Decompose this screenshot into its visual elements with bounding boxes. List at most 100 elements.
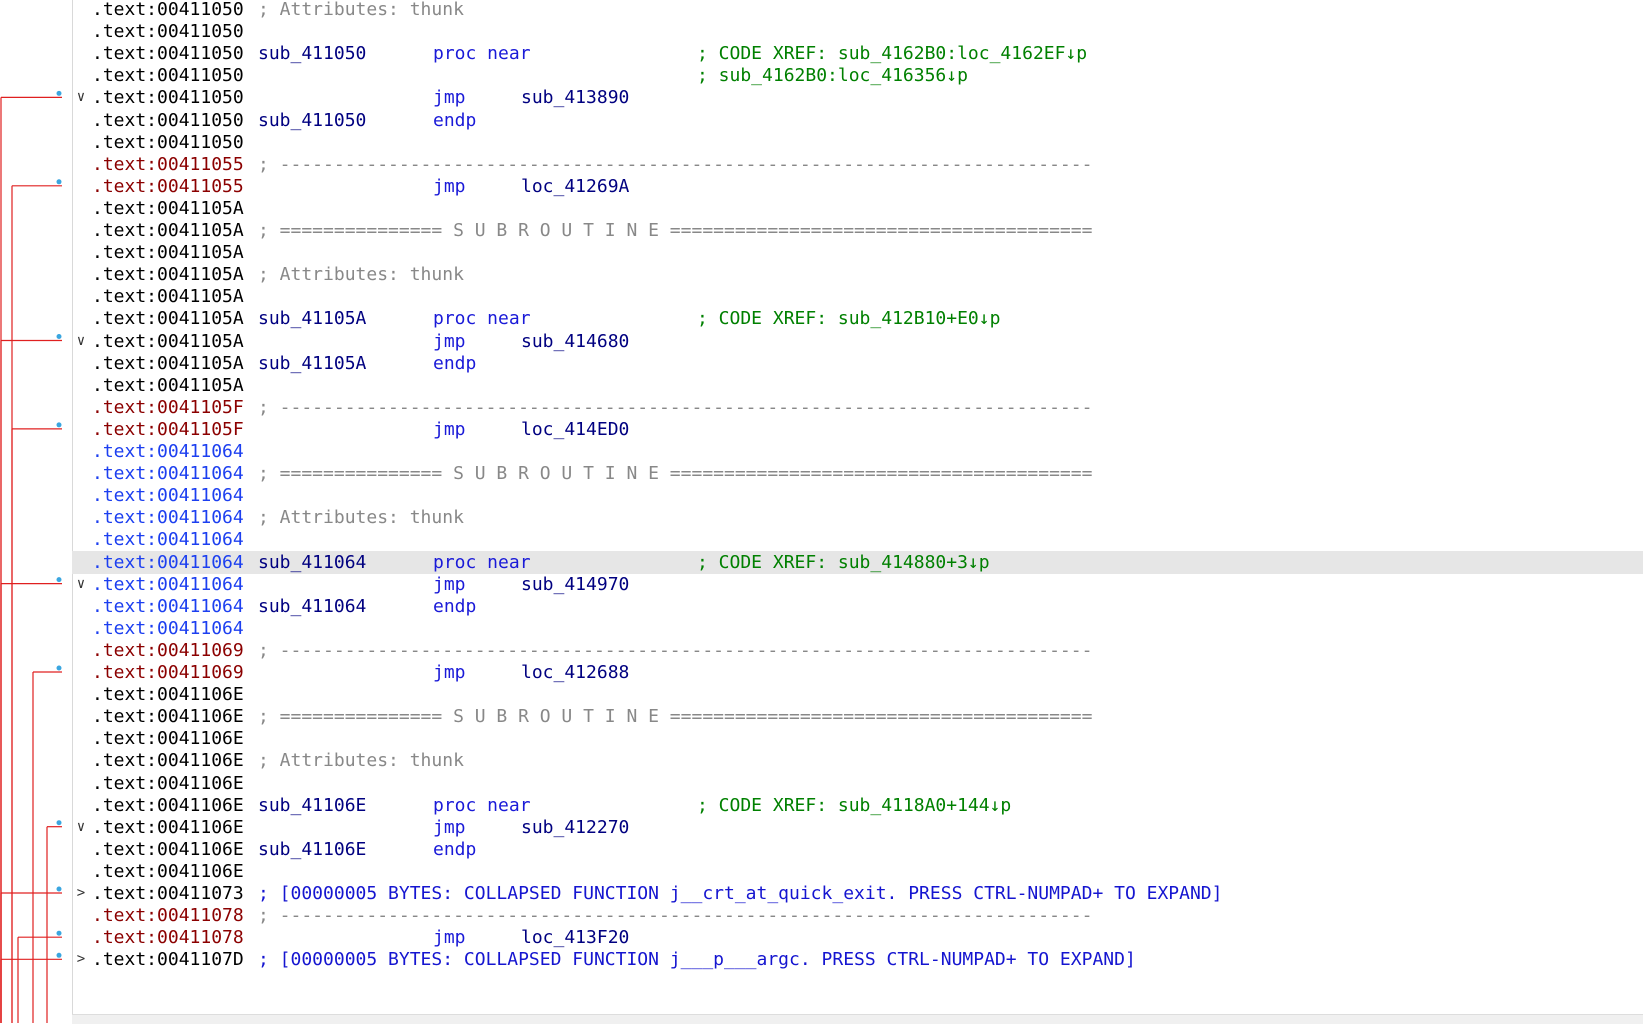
operand[interactable]: loc_41269A bbox=[521, 175, 629, 198]
address[interactable]: .text:00411064 bbox=[92, 506, 244, 529]
address[interactable]: .text:00411073 bbox=[92, 882, 244, 905]
address[interactable]: .text:0041105A bbox=[92, 197, 244, 220]
xref-comment[interactable]: ; CODE XREF: sub_412B10+E0↓p bbox=[697, 307, 1000, 330]
function-name[interactable]: sub_411064 bbox=[258, 551, 366, 574]
address[interactable]: .text:00411064 bbox=[92, 617, 244, 640]
operand[interactable]: sub_412270 bbox=[521, 816, 629, 839]
address[interactable]: .text:0041106E bbox=[92, 705, 244, 728]
address[interactable]: .text:00411064 bbox=[92, 440, 244, 463]
listing-line[interactable]: .text:00411050 sub_411050 proc near ; CODE … bbox=[72, 42, 1643, 65]
listing-line[interactable]: .text:00411069 jmp loc_412688 bbox=[72, 661, 1643, 684]
listing-line[interactable]: .text:00411064 bbox=[72, 528, 1643, 551]
address[interactable]: .text:00411078 bbox=[92, 926, 244, 949]
listing-line[interactable]: .text:00411078 jmp loc_413F20 bbox=[72, 926, 1643, 949]
address[interactable]: .text:0041106E bbox=[92, 816, 244, 839]
listing-line[interactable]: .text:00411055 ; ------------------------… bbox=[72, 153, 1643, 176]
listing-line[interactable]: .text:00411050 ; Attributes: thunk bbox=[72, 0, 1643, 21]
listing-line[interactable]: .text:0041105A bbox=[72, 374, 1643, 397]
address[interactable]: .text:00411064 bbox=[92, 462, 244, 485]
address[interactable]: .text:00411050 bbox=[92, 0, 244, 21]
listing-line[interactable]: .text:00411064 ; Attributes: thunk bbox=[72, 506, 1643, 529]
address[interactable]: .text:00411050 bbox=[92, 109, 244, 132]
address[interactable]: .text:00411064 bbox=[92, 551, 244, 574]
listing-line[interactable]: .text:0041105A bbox=[72, 241, 1643, 264]
listing-line[interactable]: ∨ .text:0041106E jmp sub_412270 bbox=[72, 816, 1643, 839]
address[interactable]: .text:00411064 bbox=[92, 528, 244, 551]
listing-line[interactable]: ∨ .text:0041105A jmp sub_414680 bbox=[72, 330, 1643, 353]
address[interactable]: .text:00411055 bbox=[92, 153, 244, 176]
address[interactable]: .text:00411064 bbox=[92, 484, 244, 507]
xref-comment[interactable]: ; sub_4162B0:loc_416356↓p bbox=[697, 64, 968, 87]
listing-line[interactable]: .text:00411064 sub_411064 endp bbox=[72, 595, 1643, 618]
address[interactable]: .text:00411064 bbox=[92, 573, 244, 596]
listing-line[interactable]: .text:00411064 sub_411064 proc near ; CODE … bbox=[72, 550, 1643, 574]
listing-line[interactable]: .text:0041105A bbox=[72, 285, 1643, 308]
listing-line[interactable]: .text:0041105A ; =============== S U B R … bbox=[72, 219, 1643, 242]
xref-comment[interactable]: ; CODE XREF: sub_414880+3↓p bbox=[697, 551, 990, 574]
address[interactable]: .text:00411064 bbox=[92, 595, 244, 618]
operand[interactable]: sub_414970 bbox=[521, 573, 629, 596]
disassembly-listing[interactable]: .text:00411050; Attributes: thunk .text:0… bbox=[0, 0, 1643, 1023]
listing-line[interactable]: .text:0041106E bbox=[72, 727, 1643, 750]
function-name[interactable]: sub_411050 bbox=[258, 42, 366, 65]
listing-line[interactable]: .text:0041105A sub_41105A proc near ; CODE … bbox=[72, 307, 1643, 330]
address[interactable]: .text:00411050 bbox=[92, 20, 244, 43]
address[interactable]: .text:0041105F bbox=[92, 418, 244, 441]
address[interactable]: .text:0041106E bbox=[92, 860, 244, 883]
listing-line[interactable]: .text:0041106E sub_41106E endp bbox=[72, 838, 1643, 861]
listing-line[interactable]: .text:00411064 bbox=[72, 484, 1643, 507]
address[interactable]: .text:0041105A bbox=[92, 241, 244, 264]
collapse-chevron-icon[interactable]: ∨ bbox=[74, 330, 88, 353]
address[interactable]: .text:0041105A bbox=[92, 219, 244, 242]
operand[interactable]: loc_413F20 bbox=[521, 926, 629, 949]
listing-line[interactable]: .text:00411064 ; =============== S U B R … bbox=[72, 462, 1643, 485]
address[interactable]: .text:0041106E bbox=[92, 772, 244, 795]
address[interactable]: .text:0041106E bbox=[92, 683, 244, 706]
address[interactable]: .text:0041106E bbox=[92, 727, 244, 750]
function-name[interactable]: sub_411064 bbox=[258, 595, 366, 618]
expand-chevron-icon[interactable]: > bbox=[74, 882, 88, 905]
listing-line[interactable]: .text:0041105A ; Attributes: thunk bbox=[72, 263, 1643, 286]
address[interactable]: .text:00411050 bbox=[92, 42, 244, 65]
listing-line[interactable]: .text:00411069 ; ------------------------… bbox=[72, 639, 1643, 662]
function-name[interactable]: sub_41105A bbox=[258, 307, 366, 330]
address[interactable]: .text:00411050 bbox=[92, 131, 244, 154]
address[interactable]: .text:0041105A bbox=[92, 330, 244, 353]
address[interactable]: .text:0041105A bbox=[92, 374, 244, 397]
listing-line[interactable]: .text:0041105F ; ------------------------… bbox=[72, 396, 1643, 419]
listing-line[interactable]: .text:0041106E bbox=[72, 772, 1643, 795]
listing-line[interactable]: .text:0041106E ; Attributes: thunk bbox=[72, 749, 1643, 772]
listing-line[interactable]: ∨ .text:00411064 jmp sub_414970 bbox=[72, 573, 1643, 596]
listing-line[interactable]: .text:00411078 ; ------------------------… bbox=[72, 904, 1643, 927]
comment[interactable]: ; [00000005 BYTES: COLLAPSED FUNCTION j_… bbox=[258, 882, 1223, 905]
address[interactable]: .text:0041105A bbox=[92, 352, 244, 375]
address[interactable]: .text:0041106E bbox=[92, 794, 244, 817]
listing-line[interactable]: .text:00411055 jmp loc_41269A bbox=[72, 175, 1643, 198]
listing-line[interactable]: .text:00411064 bbox=[72, 617, 1643, 640]
collapse-chevron-icon[interactable]: ∨ bbox=[74, 816, 88, 839]
xref-comment[interactable]: ; CODE XREF: sub_4162B0:loc_4162EF↓p bbox=[697, 42, 1087, 65]
listing-line[interactable]: .text:00411064 bbox=[72, 440, 1643, 463]
function-name[interactable]: sub_41106E bbox=[258, 794, 366, 817]
address[interactable]: .text:00411069 bbox=[92, 639, 244, 662]
listing-line[interactable]: ∨ .text:00411050 jmp sub_413890 bbox=[72, 86, 1643, 109]
collapse-chevron-icon[interactable]: ∨ bbox=[74, 86, 88, 109]
listing-line[interactable]: .text:00411050 bbox=[72, 131, 1643, 154]
address[interactable]: .text:00411050 bbox=[92, 86, 244, 109]
operand[interactable]: sub_413890 bbox=[521, 86, 629, 109]
operand[interactable]: loc_414ED0 bbox=[521, 418, 629, 441]
expand-chevron-icon[interactable]: > bbox=[74, 948, 88, 971]
address[interactable]: .text:0041106E bbox=[92, 838, 244, 861]
address[interactable]: .text:00411069 bbox=[92, 661, 244, 684]
listing-line[interactable]: .text:0041106E sub_41106E proc near ; CODE … bbox=[72, 794, 1643, 817]
address[interactable]: .text:0041105A bbox=[92, 263, 244, 286]
listing-line[interactable]: .text:0041105A bbox=[72, 197, 1643, 220]
listing-line[interactable]: .text:0041106E bbox=[72, 860, 1643, 883]
operand[interactable]: sub_414680 bbox=[521, 330, 629, 353]
function-name[interactable]: sub_41106E bbox=[258, 838, 366, 861]
address[interactable]: .text:0041105A bbox=[92, 285, 244, 308]
xref-comment[interactable]: ; CODE XREF: sub_4118A0+144↓p bbox=[697, 794, 1011, 817]
listing-line[interactable]: .text:0041105A sub_41105A endp bbox=[72, 352, 1643, 375]
listing-line[interactable]: .text:00411050 sub_411050 endp bbox=[72, 109, 1643, 132]
address[interactable]: .text:00411050 bbox=[92, 64, 244, 87]
